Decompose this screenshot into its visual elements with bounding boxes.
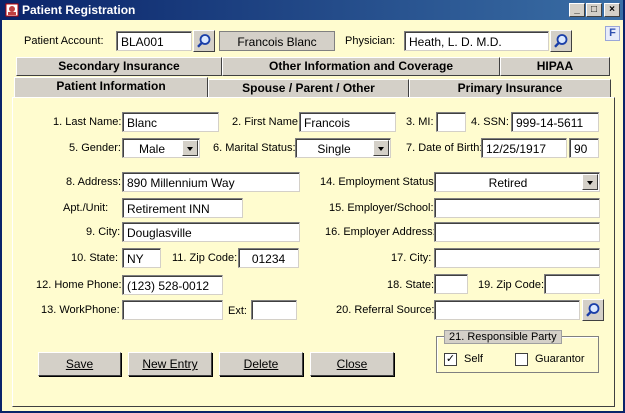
work-phone-label: 13. WorkPhone: [41, 304, 120, 316]
tab-hipaa[interactable]: HIPAA [500, 57, 610, 76]
employment-status-label: 14. Employment Status: [320, 176, 437, 188]
apt-field[interactable]: Retirement INN [122, 198, 243, 218]
responsible-party-title: 21. Responsible Party [444, 330, 562, 344]
close-button[interactable]: Close [310, 352, 394, 376]
home-phone-label: 12. Home Phone: [36, 279, 122, 291]
referral-search-button[interactable] [582, 299, 604, 321]
employer-city-field[interactable] [434, 248, 600, 268]
first-name-field[interactable]: Francois [299, 112, 396, 132]
minimize-button[interactable]: _ [569, 3, 585, 17]
chevron-down-icon[interactable] [582, 174, 598, 190]
magnifier-icon [554, 34, 568, 48]
gender-dropdown[interactable]: Male [122, 138, 200, 158]
gender-label: 5. Gender: [69, 142, 121, 154]
delete-button[interactable]: Delete [219, 352, 303, 376]
address-label: 8. Address: [66, 176, 122, 188]
guarantor-checkbox[interactable] [515, 353, 528, 366]
patient-app-icon [5, 3, 19, 17]
mi-field[interactable] [436, 112, 466, 132]
patient-registration-window: Patient Registration _ □ × Patient Accou… [0, 0, 625, 413]
gender-value: Male [138, 142, 165, 156]
patient-name-display: Francois Blanc [219, 31, 335, 51]
tab-spouse-parent-other[interactable]: Spouse / Parent / Other [208, 79, 409, 98]
home-phone-field[interactable]: (123) 528-0012 [122, 275, 223, 295]
employer-zip-label: 19. Zip Code: [478, 279, 545, 291]
employment-status-value: Retired [488, 176, 528, 190]
city-field[interactable]: Douglasville [122, 222, 300, 242]
ssn-label: 4. SSN: [471, 116, 509, 128]
tab-primary-insurance[interactable]: Primary Insurance [409, 79, 611, 98]
ext-field[interactable] [251, 300, 297, 320]
employer-city-label: 17. City: [391, 252, 432, 264]
marital-status-value: Single [317, 142, 351, 156]
address-field[interactable]: 890 Millennium Way [122, 172, 300, 192]
ssn-field[interactable]: 999-14-5611 [511, 112, 599, 132]
referral-source-field[interactable] [434, 300, 580, 320]
chevron-down-icon[interactable] [373, 140, 389, 156]
tab-secondary-insurance[interactable]: Secondary Insurance [16, 57, 222, 76]
employer-address-label: 16. Employer Address: [325, 226, 436, 238]
last-name-label: 1. Last Name: [53, 116, 122, 128]
employer-label: 15. Employer/School: [329, 202, 434, 214]
city-label: 9. City: [86, 226, 121, 238]
age-field: 90 [569, 138, 599, 158]
self-checkbox[interactable]: ✓ [444, 353, 457, 366]
state-field[interactable]: NY [122, 248, 161, 268]
employer-state-label: 18. State: [387, 279, 435, 291]
self-label: Self [464, 353, 483, 365]
mi-label: 3. MI: [406, 116, 434, 128]
close-window-button[interactable]: × [604, 3, 620, 17]
account-search-button[interactable] [193, 30, 215, 52]
zip-label: 11. Zip Code: [172, 252, 238, 264]
employer-address-field[interactable] [434, 222, 600, 242]
f-icon[interactable]: F [605, 26, 620, 41]
window-title: Patient Registration [22, 3, 136, 17]
save-button[interactable]: Save [38, 352, 121, 376]
magnifier-icon [197, 34, 211, 48]
guarantor-label: Guarantor [535, 353, 585, 365]
marital-status-label: 6. Marital Status: [213, 142, 296, 154]
employer-state-field[interactable] [434, 274, 468, 294]
first-name-label: 2. First Name: [232, 116, 302, 128]
physician-search-button[interactable] [550, 30, 572, 52]
zip-field[interactable]: 01234 [238, 248, 299, 268]
tab-other-information[interactable]: Other Information and Coverage [222, 57, 500, 76]
title-bar[interactable]: Patient Registration _ □ × [2, 0, 623, 20]
last-name-field[interactable]: Blanc [122, 112, 219, 132]
physician-label: Physician: [345, 35, 396, 47]
marital-status-dropdown[interactable]: Single [295, 138, 391, 158]
magnifier-icon [586, 303, 600, 317]
referral-source-label: 20. Referral Source: [336, 304, 435, 316]
account-label: Patient Account: [24, 35, 104, 47]
account-field[interactable]: BLA001 [116, 31, 192, 51]
state-label: 10. State: [71, 252, 119, 264]
employer-zip-field[interactable] [544, 274, 600, 294]
employer-field[interactable] [434, 198, 600, 218]
tab-patient-information[interactable]: Patient Information [14, 77, 208, 98]
maximize-button[interactable]: □ [586, 3, 602, 17]
employment-status-dropdown[interactable]: Retired [434, 172, 600, 192]
dob-field[interactable]: 12/25/1917 [481, 138, 567, 158]
new-entry-button[interactable]: New Entry [128, 352, 212, 376]
physician-field[interactable]: Heath, L. D. M.D. [404, 31, 549, 51]
dob-label: 7. Date of Birth: [406, 142, 483, 154]
ext-label: Ext: [228, 305, 247, 317]
apt-label: Apt./Unit: [63, 202, 109, 214]
chevron-down-icon[interactable] [182, 140, 198, 156]
work-phone-field[interactable] [122, 300, 223, 320]
